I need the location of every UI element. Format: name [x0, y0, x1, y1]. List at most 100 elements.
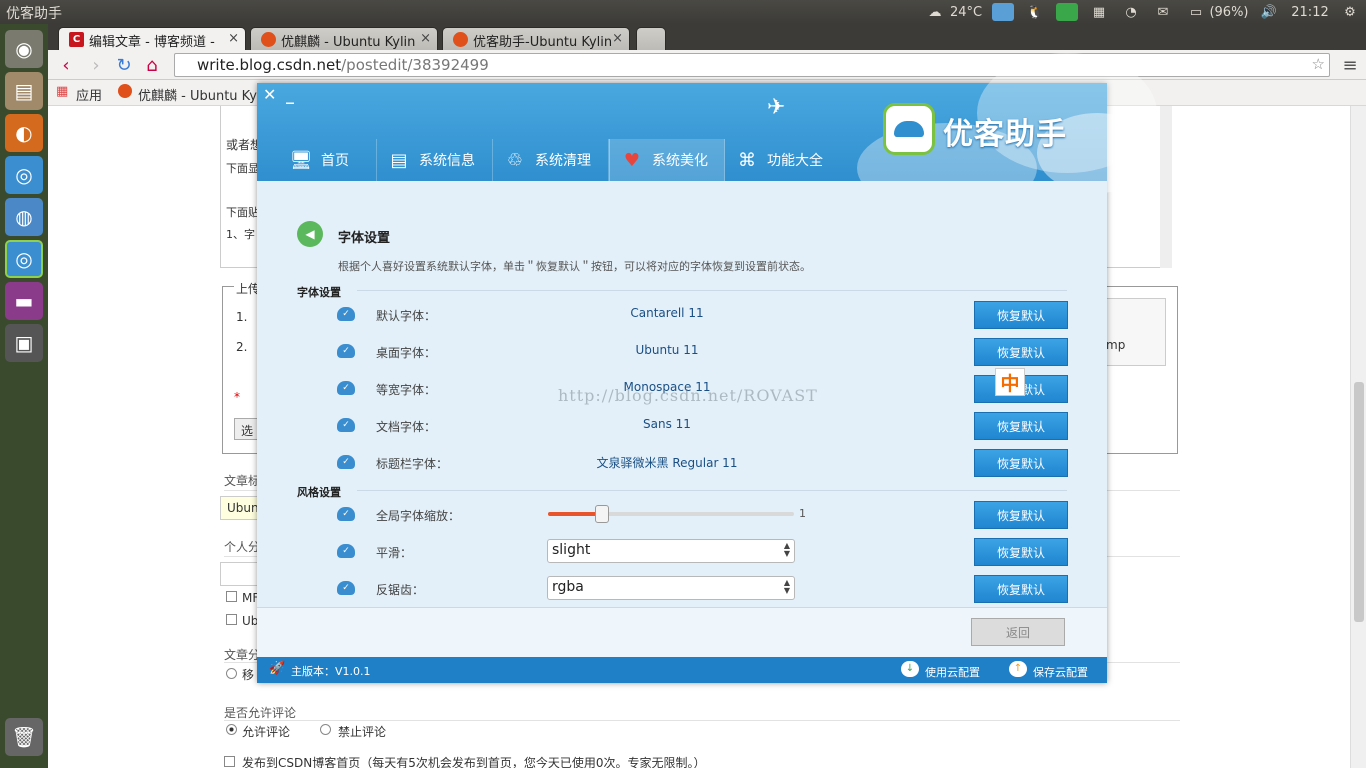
checkbox[interactable] [226, 591, 237, 602]
address-bar[interactable]: write.blog.csdn.net/postedit/38392499 ☆ [174, 53, 1330, 77]
csdn-icon: C [69, 32, 84, 47]
allow-comment-radio[interactable] [226, 724, 237, 735]
chromium-icon[interactable]: ◍ [5, 198, 43, 236]
back-button[interactable]: 返回 [971, 618, 1065, 646]
close-icon[interactable]: ✕ [263, 85, 276, 104]
bookmark-apps[interactable]: 应用 [76, 85, 102, 104]
youker-assistant-window: ✕ _ ✈ 优客助手 🖥 首页 ▤ 系统信息 ♲ 系统清理 ♥ 系统美化 ⌘ 功能大全 ◀… [257, 53, 1157, 683]
firefox-icon[interactable]: ◐ [5, 114, 43, 152]
scroll-thumb[interactable] [1354, 382, 1364, 622]
close-icon[interactable]: × [612, 31, 623, 46]
hinting-select[interactable]: slight ▲ ▼ [547, 539, 795, 563]
tab-youker[interactable]: 优客助手-Ubuntu Kylin × [442, 27, 630, 50]
tab-system-info[interactable]: ▤ 系统信息 [377, 139, 493, 181]
trash-icon[interactable]: 🗑 [5, 718, 43, 756]
clean-icon: ♲ [506, 149, 524, 171]
restore-default-button[interactable]: 恢复默认 [974, 412, 1068, 440]
close-icon[interactable]: × [420, 31, 431, 46]
tab-home[interactable]: 🖥 首页 [279, 139, 377, 181]
style-row-antialias: ✓ 反锯齿： rgba ▲ ▼ 恢复默认 [257, 575, 1107, 605]
restore-default-button[interactable]: 恢复默认 [974, 538, 1068, 566]
font-value[interactable]: Sans 11 [547, 417, 787, 431]
wifi-icon[interactable]: ◔ [1120, 3, 1142, 21]
cloud-check-icon: ✓ [337, 381, 355, 395]
editor-scrollbar[interactable] [1160, 106, 1172, 268]
mail-icon[interactable]: ✉ [1152, 3, 1174, 21]
youker-logo-text: 优客助手 [943, 117, 1067, 152]
restore-default-button[interactable]: 恢复默认 [974, 301, 1068, 329]
tab-label: 优客助手-Ubuntu Kylin [473, 35, 613, 50]
close-icon[interactable]: × [228, 31, 239, 46]
article-tag-label: 文章标 [224, 474, 261, 488]
youker-assistant-icon[interactable]: ◎ [5, 156, 43, 194]
new-tab-button[interactable] [636, 27, 666, 50]
youker-header: ✕ _ ✈ 优客助手 🖥 首页 ▤ 系统信息 ♲ 系统清理 ♥ 系统美化 ⌘ 功能大全 [257, 53, 1157, 213]
forward-icon[interactable]: › [84, 53, 108, 77]
restore-default-button[interactable]: 恢复默认 [974, 575, 1068, 603]
weather-temp[interactable]: 24°C [948, 3, 984, 21]
font-row-default: ✓ 默认字体： Cantarell 11 恢复默认 [257, 301, 1107, 331]
ubuntu-kylin-icon [118, 84, 132, 98]
back-arrow-icon[interactable]: ◀ [297, 221, 323, 247]
volume-icon[interactable]: 🔊 [1258, 3, 1280, 21]
menu-icon[interactable]: ≡ [1338, 53, 1362, 77]
font-value[interactable]: 文泉驿微米黑 Regular 11 [547, 454, 787, 471]
top-panel: 优客助手 ☁ 24°C 🐧 ▦ ◔ ✉ ▭ (96%) 🔊 21:12 ⚙ [0, 0, 1366, 24]
youker-assistant-active-icon[interactable]: ◎ [5, 240, 43, 278]
font-value[interactable]: Cantarell 11 [547, 306, 787, 320]
antialias-select[interactable]: rgba ▲ ▼ [547, 576, 795, 600]
preview-text: mp [1106, 338, 1126, 352]
files-icon[interactable]: ▤ [5, 72, 43, 110]
battery-icon[interactable]: ▭ [1184, 3, 1208, 21]
ubuntu-kylin-icon [261, 32, 276, 47]
input-method-indicator[interactable]: 中 [995, 368, 1025, 396]
cloud-check-icon: ✓ [337, 344, 355, 358]
info-icon: ▤ [390, 149, 408, 171]
software-center-icon[interactable] [1056, 3, 1078, 21]
tab-system-clean[interactable]: ♲ 系统清理 [493, 139, 609, 181]
youker-tray-icon[interactable] [992, 3, 1014, 21]
app-icon[interactable]: ▬ [5, 282, 43, 320]
cloud-check-icon: ✓ [337, 418, 355, 432]
bookmark-ubuntu-kylin[interactable]: 优麒麟 - Ubuntu Ky [138, 85, 257, 104]
tab-label: 优麒麟 - Ubuntu Kylin [281, 35, 416, 50]
youker-status-bar: 🚀 主版本：V1.0.1 ↓ 使用云配置 ↑ 保存云配置 [257, 657, 1107, 683]
gear-icon[interactable]: ⚙ [1340, 3, 1360, 21]
forbid-comment-radio[interactable] [320, 724, 331, 735]
restore-default-button[interactable]: 恢复默认 [974, 338, 1068, 366]
star-icon[interactable]: ☆ [1312, 55, 1325, 73]
workspace-switcher-icon[interactable]: ▣ [5, 324, 43, 362]
weather-icon[interactable]: ☁ [926, 3, 944, 21]
home-icon[interactable]: ⌂ [140, 53, 164, 77]
dash-icon[interactable]: ◉ [5, 30, 43, 68]
minimize-icon[interactable]: _ [286, 85, 294, 104]
publish-checkbox[interactable] [224, 756, 235, 767]
page-scrollbar[interactable] [1350, 106, 1366, 768]
allow-comment-question: 是否允许评论 [224, 706, 297, 720]
use-cloud-config[interactable]: 使用云配置 [925, 664, 980, 680]
radio[interactable] [226, 668, 237, 679]
restore-default-button[interactable]: 恢复默认 [974, 501, 1068, 529]
tab-system-beautify[interactable]: ♥ 系统美化 [609, 139, 725, 181]
cloud-download-icon[interactable]: ↓ [901, 661, 919, 677]
cloud-upload-icon[interactable]: ↑ [1009, 661, 1027, 677]
slider-handle[interactable] [595, 505, 610, 523]
navigation-bar: ‹ › ↻ ⌂ write.blog.csdn.net/postedit/383… [48, 50, 1366, 80]
calendar-icon[interactable]: ▦ [1088, 3, 1110, 21]
battery-percent[interactable]: (96%) [1208, 3, 1250, 21]
checkbox[interactable] [226, 614, 237, 625]
section-title: 字体设置 [338, 231, 391, 246]
font-value[interactable]: Ubuntu 11 [547, 343, 787, 357]
back-icon[interactable]: ‹ [54, 53, 78, 77]
tab-edit-article[interactable]: C 编辑文章 - 博客频道 - × [58, 27, 246, 50]
save-cloud-config[interactable]: 保存云配置 [1033, 664, 1088, 680]
restore-default-button[interactable]: 恢复默认 [974, 449, 1068, 477]
apps-icon[interactable]: ▦ [56, 84, 68, 99]
clock[interactable]: 21:12 [1290, 3, 1330, 21]
font-scale-slider[interactable] [548, 505, 794, 523]
tab-ubuntu-kylin[interactable]: 优麒麟 - Ubuntu Kylin × [250, 27, 438, 50]
allow-comment-label: 允许评论 [242, 725, 291, 739]
qq-icon[interactable]: 🐧 [1024, 3, 1046, 21]
tab-all-functions[interactable]: ⌘ 功能大全 [725, 139, 841, 181]
reload-icon[interactable]: ↻ [112, 53, 136, 77]
